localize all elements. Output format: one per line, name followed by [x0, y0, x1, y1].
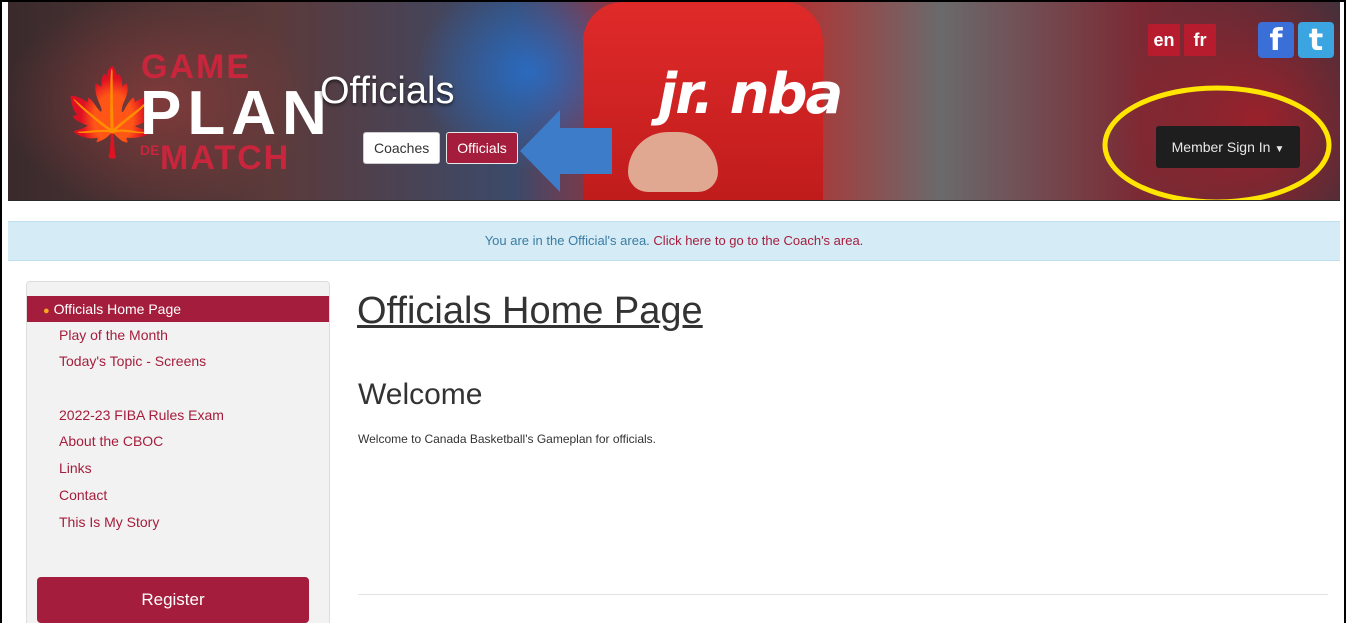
- sidebar-item-links[interactable]: Links: [27, 455, 329, 481]
- welcome-text: Welcome to Canada Basketball's Gameplan …: [358, 432, 656, 446]
- page-title: Officials Home Page: [357, 290, 703, 332]
- logo-text-match: MATCH: [160, 139, 291, 177]
- page-frame: jr. nba 🍁 GAME PLAN DE MATCH Officials C…: [0, 0, 1346, 623]
- language-switcher: en fr: [1148, 24, 1216, 56]
- register-button[interactable]: Register: [37, 577, 309, 623]
- sidebar-item-fiba-rules-exam[interactable]: 2022-23 FIBA Rules Exam: [27, 402, 329, 428]
- tab-coaches[interactable]: Coaches: [363, 132, 441, 164]
- tab-officials[interactable]: Officials: [446, 132, 518, 164]
- sidebar-item-about-cboc[interactable]: About the CBOC: [27, 428, 329, 454]
- sidebar-item-play-of-the-month[interactable]: Play of the Month: [27, 322, 329, 348]
- sidebar-item-label: Officials Home Page: [53, 301, 182, 317]
- jr-nba-logo: jr. nba: [658, 62, 843, 127]
- welcome-heading: Welcome: [358, 378, 483, 411]
- logo-text-plan: PLAN: [140, 79, 333, 148]
- section-heading: Officials: [320, 70, 455, 112]
- annotation-highlight-ellipse: [1102, 85, 1332, 200]
- content-divider: [358, 594, 1328, 595]
- sidebar-item-contact[interactable]: Contact: [27, 482, 329, 508]
- area-info-bar: You are in the Official's area. Click he…: [8, 221, 1340, 261]
- sidebar-item-my-story[interactable]: This Is My Story: [27, 509, 329, 535]
- facebook-icon[interactable]: f: [1258, 22, 1294, 58]
- annotation-arrow-icon: [520, 110, 612, 192]
- home-badge-icon: ●: [43, 305, 50, 317]
- maple-leaf-icon: 🍁: [60, 65, 165, 159]
- lang-en-button[interactable]: en: [1148, 24, 1180, 56]
- sidebar-nav: ● Officials Home Page Play of the Month T…: [26, 281, 330, 623]
- twitter-icon[interactable]: t: [1298, 22, 1334, 58]
- section-subnav: Coaches Officials: [363, 132, 518, 164]
- coach-area-link[interactable]: Click here to go to the Coach's area.: [653, 233, 863, 248]
- social-links: f t: [1258, 22, 1334, 58]
- lang-fr-button[interactable]: fr: [1184, 24, 1216, 56]
- area-info-text: You are in the Official's area.: [484, 233, 650, 248]
- gameplan-logo[interactable]: 🍁 GAME PLAN DE MATCH: [56, 30, 327, 180]
- sidebar-item-todays-topic[interactable]: Today's Topic - Screens: [27, 348, 329, 374]
- logo-text-de: DE: [140, 142, 160, 158]
- sidebar-item-officials-home[interactable]: ● Officials Home Page: [27, 296, 329, 322]
- header-banner: jr. nba 🍁 GAME PLAN DE MATCH Officials C…: [8, 2, 1340, 201]
